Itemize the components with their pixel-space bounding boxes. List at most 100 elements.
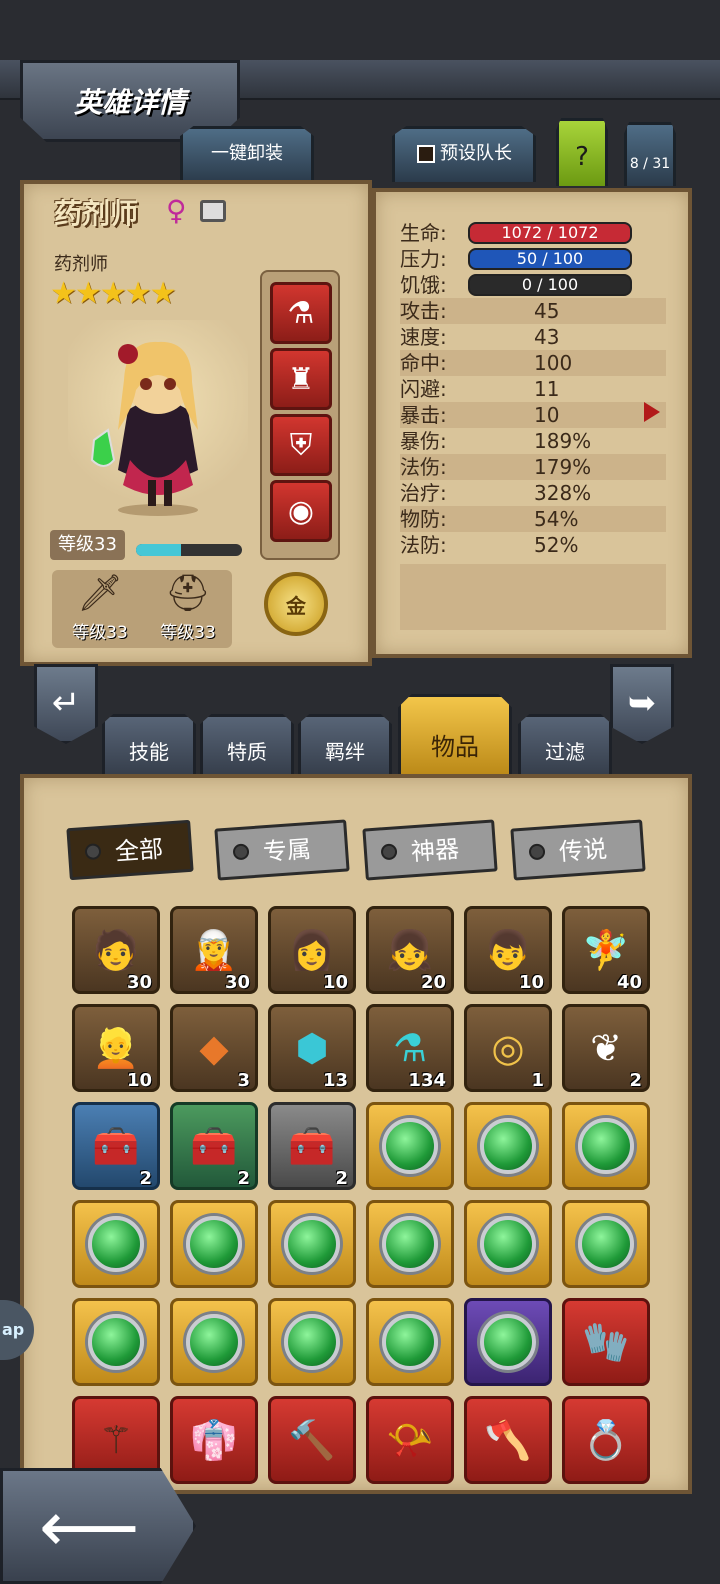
item-hero-token-1[interactable]: 🧑 30 — [72, 906, 160, 994]
edit-icon[interactable] — [200, 200, 226, 222]
radio-dot — [380, 843, 398, 861]
flask-icon: ⚗ — [392, 1026, 428, 1070]
item-teal-emblem[interactable]: ⬢ 13 — [268, 1004, 356, 1092]
green-gem-icon — [88, 1216, 144, 1272]
item-green-gem[interactable] — [170, 1200, 258, 1288]
rune-stone-icon: ◆ — [199, 1026, 229, 1070]
help-button[interactable]: ? — [556, 118, 608, 186]
item-green-gem[interactable] — [366, 1102, 454, 1190]
item-green-gem[interactable] — [464, 1200, 552, 1288]
item-hammer[interactable]: 🔨 — [268, 1396, 356, 1484]
item-green-gem[interactable] — [72, 1298, 160, 1386]
stat-label: 法防: — [400, 533, 447, 557]
item-feather[interactable]: ❦ 2 — [562, 1004, 650, 1092]
item-count: 10 — [518, 972, 544, 993]
filter-exclusive[interactable]: 专属 — [214, 819, 350, 881]
stat-value: 328% — [534, 481, 592, 505]
tab-filter[interactable]: 过滤 — [518, 714, 612, 778]
tab-traits[interactable]: 特质 — [200, 714, 294, 778]
gold-button[interactable]: 金 — [264, 572, 328, 636]
filter-artifact[interactable]: 神器 — [362, 819, 498, 881]
inventory-panel: 全部 专属 神器 传说 🧑 30 🧝 30 👩 10 👧 20 👦 10 🧚 40 👱 10 … — [20, 774, 692, 1494]
item-green-gem[interactable] — [562, 1102, 650, 1190]
filter-legend[interactable]: 传说 — [510, 819, 646, 881]
stats-extra-area — [400, 564, 666, 630]
item-ring[interactable]: 💍 — [562, 1396, 650, 1484]
item-gauntlet[interactable]: 🧤 — [562, 1298, 650, 1386]
stat-value: 10 — [534, 403, 560, 427]
item-horn[interactable]: 📯 — [366, 1396, 454, 1484]
stat-value: 43 — [534, 325, 560, 349]
item-chest-gray[interactable]: 🧰 2 — [268, 1102, 356, 1190]
item-green-gem[interactable] — [268, 1298, 356, 1386]
stat-row: 物防: 54% — [400, 506, 666, 532]
stat-label: 攻击: — [400, 299, 447, 323]
stat-label: 暴伤: — [400, 429, 447, 453]
equip-slot-hood[interactable]: ♜ — [270, 348, 332, 410]
stat-value: 52% — [534, 533, 579, 557]
item-green-gem[interactable] — [170, 1298, 258, 1386]
item-robe[interactable]: 👘 — [170, 1396, 258, 1484]
tab-skills[interactable]: 技能 — [102, 714, 196, 778]
item-hero-token-6[interactable]: 🧚 40 — [562, 906, 650, 994]
item-hero-token-4[interactable]: 👧 20 — [366, 906, 454, 994]
item-count: 2 — [629, 1070, 642, 1091]
tab-items[interactable]: 物品 — [398, 694, 512, 778]
item-green-gem[interactable] — [366, 1200, 454, 1288]
equip-slot-helm[interactable]: ⛨ — [270, 414, 332, 476]
xp-bar-fill — [136, 544, 181, 556]
green-gem-icon — [578, 1216, 634, 1272]
hero-face-icon: 👦 — [484, 927, 532, 972]
item-axe[interactable]: 🪓 — [464, 1396, 552, 1484]
stat-value: 54% — [534, 507, 579, 531]
green-gem-icon — [480, 1118, 536, 1174]
stat-row: 攻击: 45 — [400, 298, 666, 324]
filter-label: 专属 — [262, 835, 312, 867]
weapon-gear[interactable]: 🗡 等级33 — [60, 570, 140, 643]
item-green-gem[interactable] — [366, 1298, 454, 1386]
item-hero-token-2[interactable]: 🧝 30 — [170, 906, 258, 994]
unequip-all-button[interactable]: 一键卸装 — [180, 126, 314, 182]
item-green-gem[interactable] — [464, 1102, 552, 1190]
gauntlet-icon: 🧤 — [582, 1319, 630, 1364]
item-hero-token-5[interactable]: 👦 10 — [464, 906, 552, 994]
green-gem-icon — [88, 1314, 144, 1370]
item-potion-flask[interactable]: ⚗ 134 — [366, 1004, 454, 1092]
back-button[interactable]: ⟵ — [0, 1468, 196, 1584]
armor-level: 等级33 — [160, 623, 216, 643]
item-chest-green[interactable]: 🧰 2 — [170, 1102, 258, 1190]
item-hero-token-7[interactable]: 👱 10 — [72, 1004, 160, 1092]
stat-value: 179% — [534, 455, 592, 479]
item-gold-rune[interactable]: ◎ 1 — [464, 1004, 552, 1092]
hero-face-icon: 👱 — [92, 1025, 140, 1070]
item-green-gem[interactable] — [72, 1200, 160, 1288]
prev-hero-icon[interactable]: ↵ — [34, 664, 98, 744]
hunger-bar: 0 / 100 — [468, 274, 632, 296]
hero-figure — [90, 341, 198, 516]
chest-icon: 🧰 — [190, 1123, 238, 1168]
item-hero-token-3[interactable]: 👩 10 — [268, 906, 356, 994]
item-rune-stone[interactable]: ◆ 3 — [170, 1004, 258, 1092]
item-green-gem-purple[interactable] — [464, 1298, 552, 1386]
chest-icon: 🧰 — [92, 1123, 140, 1168]
hero-portrait — [68, 320, 248, 520]
filter-all[interactable]: 全部 — [66, 819, 194, 881]
preset-leader-checkbox[interactable] — [417, 145, 435, 163]
item-count: 40 — [616, 972, 642, 993]
stat-row: 法防: 52% — [400, 532, 666, 558]
filter-label: 传说 — [558, 835, 608, 867]
next-hero-icon[interactable]: ➥ — [610, 664, 674, 744]
equip-slot-orb[interactable]: ◉ — [270, 480, 332, 542]
item-green-gem[interactable] — [268, 1200, 356, 1288]
preset-leader-button[interactable]: 预设队长 — [392, 126, 536, 182]
tab-bonds[interactable]: 羁绊 — [298, 714, 392, 778]
equip-slot-potion[interactable]: ⚗ — [270, 282, 332, 344]
item-green-gem[interactable] — [562, 1200, 650, 1288]
item-chest-blue[interactable]: 🧰 2 — [72, 1102, 160, 1190]
armor-gear[interactable]: ⛑ 等级33 — [148, 570, 228, 643]
item-count: 1 — [531, 1070, 544, 1091]
item-count: 2 — [237, 1168, 250, 1189]
stat-label: 闪避: — [400, 377, 447, 401]
green-gem-icon — [284, 1216, 340, 1272]
expand-arrow-icon[interactable] — [644, 402, 660, 422]
